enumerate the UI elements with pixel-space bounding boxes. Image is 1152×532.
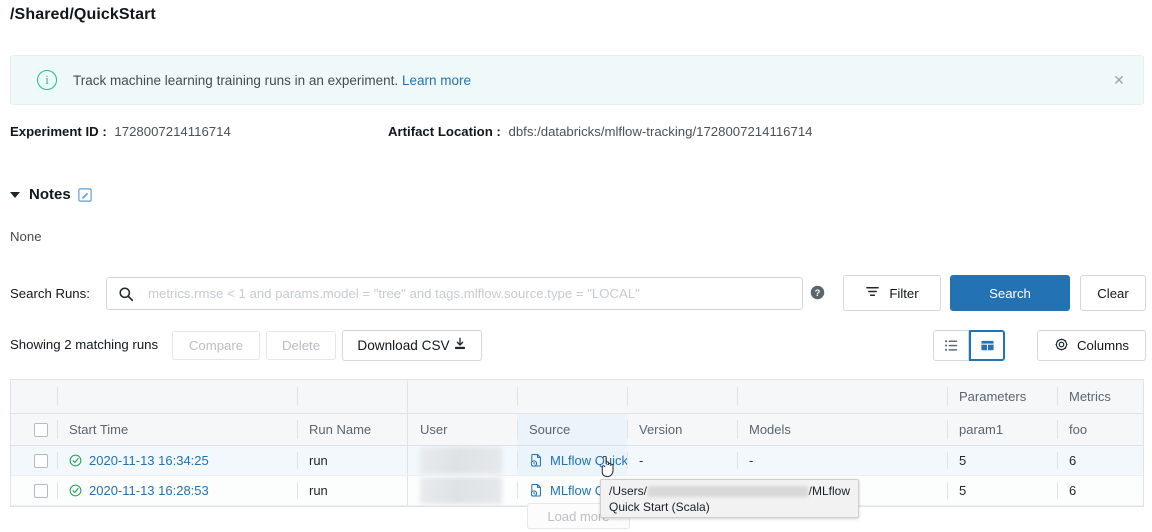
svg-text:?: ?	[815, 288, 821, 298]
cell-run-name: run	[297, 446, 407, 475]
cell-foo: 6	[1057, 446, 1143, 475]
group-header-blank-5	[627, 380, 737, 413]
pencil-edit-icon[interactable]	[78, 188, 92, 202]
search-runs-box[interactable]	[106, 277, 803, 310]
check-circle-icon	[69, 454, 82, 467]
info-banner: i Track machine learning training runs i…	[10, 55, 1144, 105]
help-circle-icon[interactable]: ?	[810, 285, 825, 300]
group-header-blank-3	[407, 380, 517, 413]
cell-models: -	[737, 446, 947, 475]
view-toggle[interactable]	[933, 330, 1005, 361]
column-header-start-time[interactable]: Start Time	[57, 414, 297, 445]
search-icon	[118, 286, 134, 302]
tooltip-line-1: /Users/ /MLflow	[609, 483, 850, 499]
cell-start-time[interactable]: 2020-11-13 16:28:53	[57, 476, 297, 505]
showing-runs-count: Showing 2 matching runs	[10, 337, 158, 352]
learn-more-link[interactable]: Learn more	[402, 73, 471, 88]
filter-icon	[865, 284, 880, 302]
select-all-cell[interactable]	[11, 414, 57, 445]
row-checkbox[interactable]	[34, 484, 48, 498]
columns-button-label: Columns	[1077, 338, 1129, 353]
check-circle-icon	[69, 484, 82, 497]
filter-button-label: Filter	[889, 286, 918, 301]
experiment-id-meta: Experiment ID : 1728007214116714	[10, 124, 231, 139]
column-header-user[interactable]: User	[407, 414, 517, 445]
tooltip-path-prefix: /Users/	[609, 483, 647, 499]
group-header-metrics: Metrics	[1057, 380, 1143, 413]
notes-title: Notes	[29, 186, 71, 203]
artifact-location-label: Artifact Location :	[388, 124, 501, 139]
list-view-icon[interactable]	[933, 330, 969, 361]
row-select-cell[interactable]	[11, 476, 57, 505]
cell-source[interactable]: MLflow Quick	[517, 446, 627, 475]
grid-view-icon[interactable]	[969, 330, 1005, 361]
delete-button[interactable]: Delete	[266, 331, 336, 360]
table-group-header-row: Parameters Metrics	[11, 380, 1143, 414]
runs-table: Parameters Metrics Start Time Run Name U…	[10, 379, 1144, 507]
info-banner-text: Track machine learning training runs in …	[73, 73, 471, 88]
artifact-location-value: dbfs:/databricks/mlflow-tracking/1728007…	[509, 124, 813, 139]
tooltip-line-2: Quick Start (Scala)	[609, 499, 850, 515]
filter-button[interactable]: Filter	[843, 275, 941, 311]
cell-param1: 5	[947, 446, 1057, 475]
group-header-blank-1	[57, 380, 297, 413]
notes-body: None	[10, 229, 42, 244]
notebook-revision-icon	[529, 483, 544, 498]
column-header-foo[interactable]: foo	[1057, 414, 1143, 445]
cell-run-name: run	[297, 476, 407, 505]
cell-foo: 6	[1057, 476, 1143, 505]
group-header-blank-2	[297, 380, 407, 413]
mlflow-experiment-page: /Shared/QuickStart i Track machine learn…	[0, 0, 1152, 532]
download-icon	[453, 337, 467, 354]
search-button[interactable]: Search	[950, 275, 1070, 311]
cell-version: -	[627, 446, 737, 475]
select-all-checkbox[interactable]	[34, 423, 48, 437]
cell-user	[407, 446, 517, 475]
row-checkbox[interactable]	[34, 454, 48, 468]
info-banner-message: Track machine learning training runs in …	[73, 73, 398, 88]
table-header-row: Start Time Run Name User Source Version …	[11, 414, 1143, 446]
redacted-user-value	[420, 477, 502, 504]
notes-section-toggle[interactable]: Notes	[10, 186, 92, 203]
redacted-tooltip-user	[648, 486, 808, 497]
download-csv-label: Download CSV	[357, 338, 449, 353]
download-csv-button[interactable]: Download CSV	[342, 330, 482, 361]
cell-param1: 5	[947, 476, 1057, 505]
redacted-user-value	[420, 447, 502, 474]
search-runs-label: Search Runs:	[10, 286, 90, 301]
cell-user	[407, 476, 517, 505]
group-header-blank-4	[517, 380, 627, 413]
group-header-parameters: Parameters	[947, 380, 1057, 413]
group-header-blank-6	[737, 380, 947, 413]
info-circle-icon: i	[37, 70, 57, 90]
group-header-blank-0	[11, 380, 57, 413]
table-row[interactable]: 2020-11-13 16:28:53 run MLflow Qui	[11, 476, 1143, 506]
experiment-id-label: Experiment ID :	[10, 124, 107, 139]
source-link[interactable]: MLflow Quick	[550, 453, 627, 468]
chevron-down-icon	[10, 192, 20, 198]
gear-icon	[1054, 337, 1069, 355]
notebook-revision-icon	[529, 453, 544, 468]
column-header-param1[interactable]: param1	[947, 414, 1057, 445]
column-header-run-name[interactable]: Run Name	[297, 414, 407, 445]
search-input[interactable]	[146, 285, 794, 302]
cell-start-time[interactable]: 2020-11-13 16:34:25	[57, 446, 297, 475]
artifact-location-meta: Artifact Location : dbfs:/databricks/mlf…	[388, 124, 813, 139]
table-row[interactable]: 2020-11-13 16:34:25 run MLflow Quick -	[11, 446, 1143, 476]
source-tooltip: /Users/ /MLflow Quick Start (Scala)	[600, 479, 859, 518]
columns-button[interactable]: Columns	[1037, 330, 1146, 361]
start-time-link[interactable]: 2020-11-13 16:28:53	[89, 483, 209, 498]
compare-button[interactable]: Compare	[172, 331, 260, 360]
column-header-source[interactable]: Source	[517, 414, 627, 445]
row-select-cell[interactable]	[11, 446, 57, 475]
clear-button[interactable]: Clear	[1080, 275, 1146, 311]
start-time-link[interactable]: 2020-11-13 16:34:25	[89, 453, 209, 468]
tooltip-path-suffix: /MLflow	[809, 483, 850, 499]
breadcrumb[interactable]: /Shared/QuickStart	[10, 6, 156, 24]
column-header-models[interactable]: Models	[737, 414, 947, 445]
experiment-id-value: 1728007214116714	[114, 124, 230, 139]
column-header-version[interactable]: Version	[627, 414, 737, 445]
close-icon[interactable]: ✕	[1111, 72, 1127, 88]
